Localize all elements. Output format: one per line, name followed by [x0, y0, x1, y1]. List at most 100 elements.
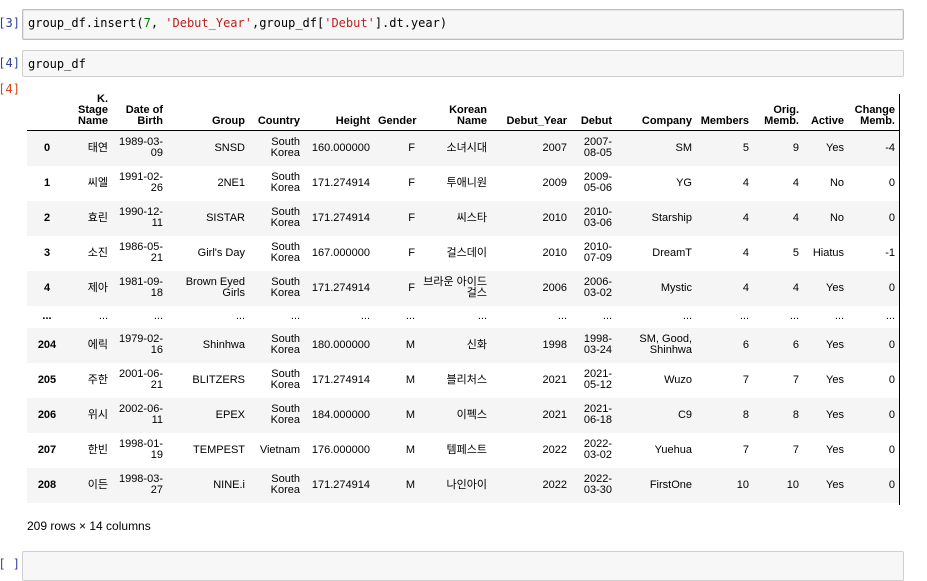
- column-header: Korean Name: [419, 94, 491, 131]
- table-cell: 효린: [87, 211, 108, 224]
- table-cell: ...: [477, 310, 487, 322]
- code-cell-insert[interactable]: group_df.insert(7, 'Debut_Year',group_df…: [22, 9, 904, 40]
- table-cell: 0: [888, 211, 895, 224]
- table-cell: NINE.i: [213, 478, 245, 491]
- column-header: Debut: [571, 94, 616, 131]
- table-cell: -4: [885, 141, 895, 154]
- code-token: group_df: [28, 57, 86, 71]
- table-cell: 태연: [87, 141, 108, 154]
- table-cell: 6: [792, 338, 799, 351]
- table-cell: F: [408, 211, 415, 224]
- table-header-row: K. Stage Name Date of Birth Group Country He…: [27, 94, 899, 131]
- code-token: ,: [150, 16, 166, 30]
- table-cell: Yuehua: [654, 443, 692, 456]
- table-cell: 0: [888, 338, 895, 351]
- table-cell: Yes: [826, 408, 844, 421]
- table-cell: Starship: [651, 211, 692, 224]
- table-cell: 씨스타: [456, 211, 487, 224]
- table-cell: 176.000000: [311, 443, 370, 456]
- table-cell: 2006-03-02: [583, 276, 612, 299]
- row-index: 204: [37, 338, 57, 351]
- code-string: 'Debut_Year': [165, 16, 252, 30]
- table-cell: 2021-06-18: [583, 403, 612, 426]
- table-cell: South Korea: [270, 136, 300, 160]
- table-cell: 이펙스: [456, 408, 487, 421]
- table-cell: SISTAR: [206, 211, 245, 224]
- table-cell: 템페스트: [446, 443, 487, 456]
- column-header: K. Stage Name: [67, 94, 112, 131]
- table-cell: 나인아이: [446, 478, 487, 491]
- table-cell: M: [405, 338, 415, 351]
- table-cell: DreamT: [652, 246, 692, 259]
- table-cell: 171.274914: [311, 211, 370, 224]
- table-cell: Wuzo: [664, 373, 692, 386]
- table-cell: 4: [792, 176, 799, 189]
- code-cell-display[interactable]: group_df: [22, 50, 904, 77]
- table-cell: 1991-02-26: [118, 171, 163, 194]
- table-cell: C9: [677, 408, 692, 421]
- table-cell: 걸스데이: [446, 246, 487, 259]
- table-cell: EPEX: [215, 408, 245, 421]
- table-cell: 0: [888, 281, 895, 294]
- table-cell: -1: [885, 246, 895, 259]
- row-index: 1: [43, 176, 51, 189]
- table-cell: 4: [792, 211, 799, 224]
- table-cell: 7: [792, 443, 799, 456]
- table-cell: 2001-06-21: [118, 368, 163, 391]
- table-cell: ...: [789, 310, 799, 322]
- table-cell: 2022-03-02: [583, 438, 612, 461]
- table-cell: South Korea: [270, 171, 300, 194]
- column-header: Gender: [374, 94, 419, 131]
- table-cell: 8: [792, 408, 799, 421]
- column-header: Company: [616, 94, 696, 131]
- table-cell: F: [408, 246, 415, 259]
- table-cell: ...: [739, 310, 749, 322]
- table-cell: South Korea: [270, 206, 300, 229]
- table-cell: 184.000000: [311, 408, 370, 421]
- dataframe-shape: 209 rows × 14 columns: [27, 519, 151, 533]
- table-cell: South Korea: [270, 276, 300, 299]
- table-cell: No: [829, 176, 844, 189]
- table-cell: 신화: [466, 338, 487, 351]
- table-cell: BLITZERS: [192, 373, 245, 386]
- output-prompt: [4]:: [0, 82, 20, 96]
- row-index: 207: [37, 443, 57, 456]
- table-cell: South Korea: [270, 241, 300, 264]
- table-cell: 0: [888, 443, 895, 456]
- column-header: Members: [696, 94, 753, 131]
- table-cell: M: [405, 443, 415, 456]
- table-cell: 소녀시대: [446, 141, 487, 154]
- column-header: Group: [167, 94, 249, 131]
- column-header: Debut_Year: [491, 94, 571, 131]
- table-cell: 1998-03-27: [118, 473, 163, 496]
- table-cell: Yes: [826, 338, 844, 351]
- dataframe-table: K. Stage Name Date of Birth Group Country He…: [27, 94, 899, 503]
- code-token: ].dt.year): [374, 16, 448, 30]
- row-index: ...: [42, 310, 52, 322]
- table-cell: 2021: [542, 408, 567, 421]
- table-cell: 2NE1: [217, 176, 245, 189]
- table-row: 0 태연 1989-03-09 SNSD South Korea 160.000000 F 소…: [27, 130, 899, 166]
- table-cell: 2010: [542, 211, 567, 224]
- table-cell: South Korea: [270, 403, 300, 426]
- table-cell: ...: [153, 310, 163, 322]
- table-cell: 2021: [542, 373, 567, 386]
- table-cell: 180.000000: [311, 338, 370, 351]
- table-row: 207 한빈 1998-01-19 TEMPEST Vietnam 176.000000 M…: [27, 432, 899, 468]
- table-cell: 씨엘: [87, 176, 108, 189]
- table-cell: Mystic: [660, 281, 692, 294]
- table-cell: 2022-03-30: [583, 473, 612, 496]
- code-cell-empty[interactable]: [22, 551, 904, 581]
- input-prompt: [3]:: [0, 16, 20, 30]
- table-cell: FirstOne: [649, 478, 692, 491]
- table-cell: Yes: [826, 281, 844, 294]
- table-row: 4 제아 1981-09-18 Brown Eyed Girls South Korea…: [27, 270, 899, 306]
- table-cell: ...: [834, 310, 844, 322]
- table-cell: Yes: [826, 478, 844, 491]
- table-row: 208 이든 1998-03-27 NINE.i South Korea 171.2749…: [27, 467, 899, 503]
- table-cell: ...: [682, 310, 692, 322]
- dataframe-output: K. Stage Name Date of Birth Group Country He…: [27, 94, 899, 503]
- table-cell: 2022: [542, 443, 567, 456]
- table-cell: ...: [885, 310, 895, 322]
- table-cell: 한빈: [87, 443, 108, 456]
